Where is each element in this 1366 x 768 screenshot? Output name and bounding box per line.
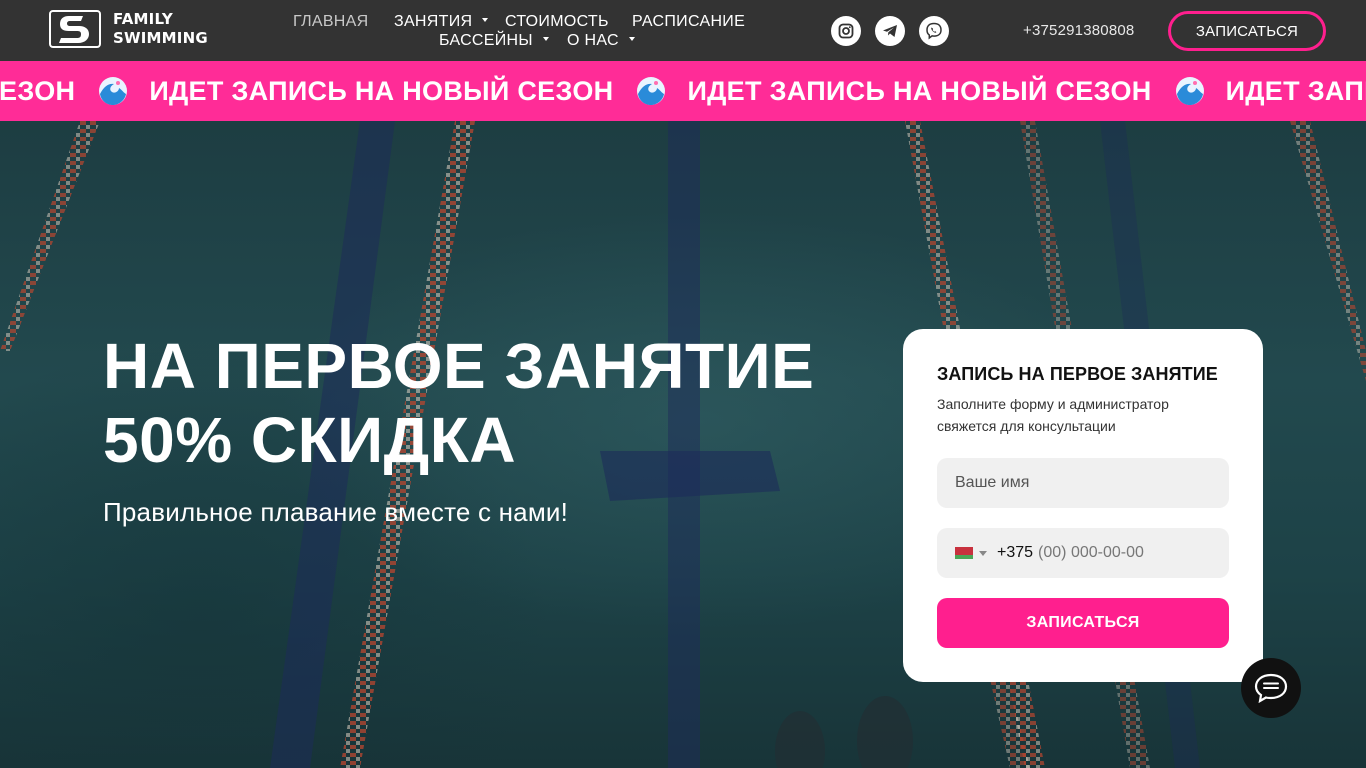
site-header: FAMILY SWIMMING ГЛАВНАЯ ЗАНЯТИЯ СТОИМОСТ… bbox=[0, 0, 1366, 61]
announcement-ticker: ЫЙ СЕЗОН ИДЕТ ЗАПИСЬ НА НОВЫЙ СЕЗОН ИДЕТ… bbox=[0, 61, 1366, 121]
nav-pools-label: БАССЕЙНЫ bbox=[439, 32, 533, 49]
instagram-icon bbox=[838, 23, 854, 39]
phone-placeholder: (00) 000-00-00 bbox=[1038, 544, 1144, 561]
country-dropdown-icon[interactable] bbox=[979, 550, 987, 556]
ticker-track: ЫЙ СЕЗОН ИДЕТ ЗАПИСЬ НА НОВЫЙ СЕЗОН ИДЕТ… bbox=[0, 61, 1366, 121]
chevron-down-icon bbox=[482, 17, 489, 22]
wave-icon bbox=[99, 77, 128, 105]
logo[interactable]: FAMILY SWIMMING bbox=[49, 10, 209, 50]
hero-title: НА ПЕРВОЕ ЗАНЯТИЕ 50% СКИДКА bbox=[103, 329, 814, 477]
nav-home[interactable]: ГЛАВНАЯ bbox=[293, 12, 369, 32]
header-phone-link[interactable]: +375291380808 bbox=[1023, 21, 1134, 41]
nav-schedule[interactable]: РАСПИСАНИЕ bbox=[632, 12, 745, 32]
telegram-link[interactable] bbox=[875, 16, 905, 46]
signup-form: ЗАПИСЬ НА ПЕРВОЕ ЗАНЯТИЕ Заполните форму… bbox=[903, 329, 1263, 682]
ticker-text: ИДЕТ ЗАПИСЬ НА НОВЫЙ СЕЗОН bbox=[687, 75, 1152, 106]
hero-section: НА ПЕРВОЕ ЗАНЯТИЕ 50% СКИДКА Правильное … bbox=[0, 121, 1366, 768]
hero-title-line2: 50% СКИДКА bbox=[103, 404, 517, 476]
logo-line-family: FAMILY bbox=[113, 10, 173, 28]
wave-icon bbox=[1175, 77, 1204, 105]
nav-classes[interactable]: ЗАНЯТИЯ bbox=[394, 12, 489, 32]
chevron-down-icon bbox=[542, 36, 549, 41]
instagram-link[interactable] bbox=[831, 16, 861, 46]
viber-link[interactable] bbox=[919, 16, 949, 46]
wave-icon bbox=[637, 77, 666, 105]
phone-input[interactable]: +375 (00) 000-00-00 bbox=[937, 528, 1229, 578]
signup-submit-button[interactable]: ЗАПИСАТЬСЯ bbox=[937, 598, 1229, 648]
chat-icon bbox=[1254, 673, 1288, 703]
name-input[interactable] bbox=[937, 458, 1229, 508]
hero-title-line1: НА ПЕРВОЕ ЗАНЯТИЕ bbox=[103, 330, 815, 402]
phone-country-code: +375 bbox=[997, 544, 1034, 561]
hero-subtitle: Правильное плавание вместе с нами! bbox=[103, 497, 569, 527]
logo-line-swimming: SWIMMING bbox=[113, 29, 208, 47]
form-title: ЗАПИСЬ НА ПЕРВОЕ ЗАНЯТИЕ bbox=[937, 364, 1218, 384]
chevron-down-icon bbox=[628, 36, 635, 41]
belarus-flag-icon[interactable] bbox=[955, 547, 973, 559]
ticker-text: ИДЕТ ЗАПИСЬ bbox=[1225, 75, 1366, 106]
nav-pools[interactable]: БАССЕЙНЫ bbox=[439, 31, 549, 51]
ticker-text: ЫЙ СЕЗОН bbox=[0, 75, 76, 106]
nav-price[interactable]: СТОИМОСТЬ bbox=[505, 12, 609, 32]
logo-mark-icon bbox=[49, 10, 101, 48]
nav-classes-label: ЗАНЯТИЯ bbox=[394, 13, 473, 30]
ticker-text: ИДЕТ ЗАПИСЬ НА НОВЫЙ СЕЗОН bbox=[149, 75, 614, 106]
nav-about-label: О НАС bbox=[567, 32, 619, 49]
form-description: Заполните форму и администратор свяжется… bbox=[937, 396, 1169, 434]
telegram-icon bbox=[883, 25, 897, 37]
viber-icon bbox=[926, 22, 942, 40]
logo-text: FAMILY SWIMMING bbox=[113, 10, 208, 48]
nav-about[interactable]: О НАС bbox=[567, 31, 635, 51]
chat-widget-button[interactable] bbox=[1241, 658, 1301, 718]
signup-button-header[interactable]: ЗАПИСАТЬСЯ bbox=[1168, 11, 1326, 51]
